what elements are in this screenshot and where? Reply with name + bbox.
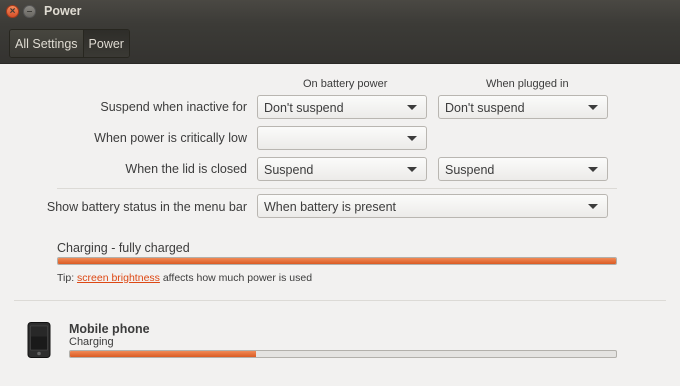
tip-prefix: Tip: — [57, 272, 78, 284]
battery-status-combo[interactable]: When battery is present — [257, 194, 608, 218]
device-level-fill — [70, 351, 256, 357]
lid-battery-value: Suspend — [264, 163, 314, 177]
device-name: Mobile phone — [69, 322, 150, 336]
breadcrumb: All Settings Power — [9, 29, 130, 58]
divider — [14, 300, 666, 301]
battery-status-value: When battery is present — [264, 200, 397, 214]
suspend-label: Suspend when inactive for — [100, 100, 247, 114]
chevron-down-icon — [588, 167, 598, 172]
breadcrumb-all-settings[interactable]: All Settings — [10, 30, 84, 57]
battery-level-bar — [57, 257, 617, 265]
device-status: Charging — [69, 336, 114, 348]
battery-status-label: Show battery status in the menu bar — [46, 200, 247, 214]
toolbar: All Settings Power — [0, 24, 680, 64]
chevron-down-icon — [407, 136, 417, 141]
suspend-plugged-value: Don't suspend — [445, 101, 525, 115]
suspend-battery-value: Don't suspend — [264, 101, 344, 115]
lid-label: When the lid is closed — [125, 162, 247, 176]
chevron-down-icon — [407, 105, 417, 110]
battery-status-text: Charging - fully charged — [57, 241, 190, 255]
phone-icon — [27, 322, 51, 358]
battery-level-fill — [58, 258, 616, 264]
suspend-plugged-combo[interactable]: Don't suspend — [438, 95, 608, 119]
suspend-battery-combo[interactable]: Don't suspend — [257, 95, 427, 119]
chevron-down-icon — [588, 204, 598, 209]
chevron-down-icon — [407, 167, 417, 172]
divider — [57, 188, 617, 189]
column-header-battery: On battery power — [303, 78, 388, 90]
device-level-bar — [69, 350, 617, 358]
critical-label: When power is critically low — [94, 131, 247, 145]
lid-plugged-combo[interactable]: Suspend — [438, 157, 608, 181]
tip-suffix: affects how much power is used — [159, 272, 313, 284]
screen-brightness-link[interactable]: screen brightness — [77, 272, 160, 284]
close-icon[interactable]: × — [6, 5, 19, 18]
minimize-icon[interactable]: – — [23, 5, 36, 18]
chevron-down-icon — [588, 105, 598, 110]
lid-battery-combo[interactable]: Suspend — [257, 157, 427, 181]
lid-plugged-value: Suspend — [445, 163, 495, 177]
breadcrumb-power[interactable]: Power — [83, 30, 129, 57]
power-settings-panel: On battery power When plugged in Suspend… — [0, 64, 680, 386]
title-bar: × – Power — [0, 0, 680, 24]
window-title: Power — [44, 4, 82, 18]
tip-text: Tip: screen brightness affects how much … — [57, 272, 312, 284]
critical-battery-combo[interactable] — [257, 126, 427, 150]
column-header-plugged: When plugged in — [486, 78, 569, 90]
